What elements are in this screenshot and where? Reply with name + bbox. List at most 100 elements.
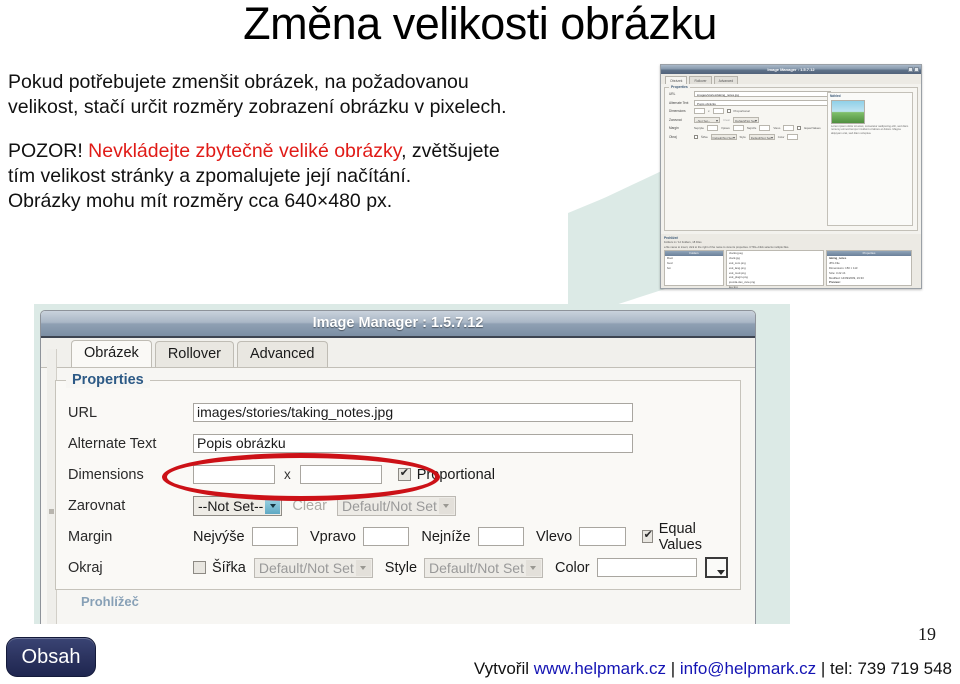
thumbnail-refresh-button: Refresh xyxy=(848,288,870,289)
thumbnail-row-dimensions: Dimensions x Proportional xyxy=(669,108,831,114)
close-icon xyxy=(914,67,919,72)
style-value: Default/Not Set xyxy=(429,559,524,576)
row-zarovnat: Zarovnat --Not Set-- Clear Default/Not S… xyxy=(68,490,728,521)
proportional-checkbox[interactable] xyxy=(397,466,411,481)
thumbnail-props-preview-label: Preview: xyxy=(829,280,841,285)
tab-obrazek[interactable]: Obrázek xyxy=(71,340,152,367)
thumbnail-dim-height xyxy=(712,108,724,114)
thumbnail-row-align: Zarovnat --Not Set-- Clear Default/Not S… xyxy=(669,116,831,123)
clear-button[interactable]: Clear xyxy=(282,498,337,514)
color-input[interactable] xyxy=(596,558,697,577)
thumbnail-proportional-label: Proportional xyxy=(733,109,750,113)
style-select[interactable]: Default/Not Set xyxy=(424,557,543,578)
paragraph-2-line-2: tím velikost stránky a zpomalujete její … xyxy=(8,165,412,187)
zarovnat-selected-value: --Not Set-- xyxy=(198,497,264,514)
proportional-checkbox-group[interactable]: Proportional xyxy=(397,466,495,483)
row-dimensions: Dimensions x Proportional xyxy=(68,459,728,490)
thumbnail-storno-button: Storno xyxy=(897,288,918,289)
border-width-value: Default/Not Set xyxy=(258,559,354,576)
border-width-select[interactable]: Default/Not Set xyxy=(253,557,373,578)
margin-top-input[interactable] xyxy=(251,527,298,546)
warning-label: POZOR! xyxy=(8,140,89,162)
margin-right-label: Vpravo xyxy=(310,528,356,545)
thumbnail-tab-obrazek: Obrázek xyxy=(665,76,688,84)
zarovnat-default-value: Default/Not Set xyxy=(342,497,437,514)
thumbnail-files-column: clocks.jpeg clock.jpg evk_com.png evk_la… xyxy=(726,250,824,288)
thumbnail-margin-right-label: Vpravo xyxy=(720,126,730,130)
equal-values-group[interactable]: Equal Values xyxy=(641,521,728,553)
chevron-down-icon xyxy=(265,497,281,514)
margin-bottom-input[interactable] xyxy=(477,527,524,546)
alternate-text-label: Alternate Text xyxy=(68,435,157,452)
thumbnail-window-controls xyxy=(908,67,919,72)
scroll-thumb[interactable] xyxy=(49,509,54,514)
color-picker-button[interactable] xyxy=(704,557,728,578)
thumbnail-margin-top-label: Nejvýše xyxy=(694,126,704,130)
thumbnail-preview-text: Lorem ipsum dolor sit amet, consetetur s… xyxy=(831,125,909,135)
alternate-text-input[interactable]: Popis obrázku xyxy=(193,434,633,453)
thumbnail-preview-panel: Náhled Lorem ipsum dolor sit amet, conse… xyxy=(827,92,913,226)
zarovnat-select[interactable]: --Not Set-- xyxy=(193,495,283,516)
equal-values-checkbox[interactable] xyxy=(641,528,653,543)
margin-right-input[interactable] xyxy=(362,527,410,546)
paragraph-2: POZOR! Nevkládejte zbytečně veliké obráz… xyxy=(8,139,648,214)
footer-credit: Vytvořil www.helpmark.cz | info@helpmark… xyxy=(0,659,952,679)
slide-root: Změna velikosti obrázku Pokud potřebujet… xyxy=(0,0,960,684)
url-input[interactable]: images/stories/taking_notes.jpg xyxy=(193,403,633,422)
thumbnail-url-input: images/stories/taking_notes.jpg xyxy=(694,91,831,97)
thumbnail-margin-bottom-label: Nejníže xyxy=(746,126,757,130)
thumbnail-preview-legend: Náhled xyxy=(830,94,841,98)
thumbnail-row-border: Okraj Šířka Default/Not Set Style Defaul… xyxy=(669,133,831,140)
thumbnail-properties-legend: Properties xyxy=(669,85,690,89)
warning-red-text: Nevkládejte zbytečně veliké obrázky xyxy=(88,140,402,162)
tab-advanced[interactable]: Advanced xyxy=(237,341,328,367)
margin-left-input[interactable] xyxy=(579,527,626,546)
thumbnail-props-column: Properties taking_notes JPG File Dimensi… xyxy=(826,250,912,286)
row-margin: Margin Nejvýše Vpravo Nejníže Vlevo Equa… xyxy=(68,521,728,553)
thumbnail-style-select: Default/Not Set xyxy=(748,133,775,140)
row-okraj: Okraj Šířka Default/Not Set Style Defaul… xyxy=(68,552,728,583)
dimension-width-input[interactable] xyxy=(193,465,275,484)
thumbnail-equal-values-label: Equal Values xyxy=(804,126,821,130)
okraj-label: Okraj xyxy=(68,559,103,576)
properties-legend: Properties xyxy=(66,372,150,388)
url-label: URL xyxy=(68,404,98,421)
dimension-height-input[interactable] xyxy=(299,465,382,484)
paragraph-2-line-1: POZOR! Nevkládejte zbytečně veliké obráz… xyxy=(8,139,648,164)
thumbnail-margin-label: Margin xyxy=(669,126,679,130)
thumbnail-dim-x: x xyxy=(708,109,710,113)
thumbnail-margin-left-input xyxy=(783,125,795,131)
thumbnail-align-select: --Not Set-- xyxy=(694,116,720,123)
thumbnail-alt-input: Popis obrázku xyxy=(694,99,831,106)
thumbnail-style-label: Style xyxy=(739,134,746,139)
thumbnail-body: Properties URL images/stories/taking_not… xyxy=(661,84,921,234)
row-alternate-text: Alternate Text Popis obrázku xyxy=(68,428,728,459)
margin-bottom-label: Nejníže xyxy=(421,528,471,545)
warning-rest: , zvětšujete xyxy=(401,140,500,162)
credit-separator-2: | xyxy=(816,659,831,678)
paragraph-1-line-1: Pokud potřebujete zmenšit obrázek, na po… xyxy=(8,71,469,93)
thumbnail-color-input xyxy=(787,133,799,140)
window-tabbar: Obrázek Rollover Advanced xyxy=(41,338,755,368)
thumbnail-dimensions-label: Dimensions xyxy=(669,109,686,113)
chevron-down-icon xyxy=(355,559,371,576)
border-width-checkbox[interactable] xyxy=(193,561,206,574)
thumbnail-equal-values-checkbox xyxy=(797,126,802,130)
credit-website-link[interactable]: www.helpmark.cz xyxy=(534,659,666,678)
credit-email-link[interactable]: info@helpmark.cz xyxy=(680,659,816,678)
tab-rollover[interactable]: Rollover xyxy=(154,341,234,367)
thumbnail-row-margin: Margin Nejvýše Vpravo Nejníže Vlevo Equa… xyxy=(669,125,831,131)
thumbnail-border-width-select: Default/Not Set xyxy=(710,133,737,140)
thumbnail-proportional-checkbox xyxy=(726,109,731,113)
window-body: Properties URL images/stories/taking_not… xyxy=(41,349,755,624)
thumbnail-dim-width xyxy=(694,108,705,114)
margin-left-label: Vlevo xyxy=(535,528,573,545)
thumbnail-border-width-label: Šířka xyxy=(701,134,708,139)
zarovnat-label: Zarovnat xyxy=(68,497,126,514)
enlarged-screenshot-frame: Image Manager : 1.5.7.12 Obrázek Rollove… xyxy=(34,304,790,624)
paragraph-1-line-2: velikost, stačí určit rozměry zobrazení … xyxy=(8,96,507,118)
properties-panel: Properties URL images/stories/taking_not… xyxy=(55,372,741,590)
credit-prefix: Vytvořil xyxy=(473,659,534,678)
zarovnat-default-select[interactable]: Default/Not Set xyxy=(337,495,456,516)
thumbnail-update-button: Update xyxy=(873,288,894,289)
